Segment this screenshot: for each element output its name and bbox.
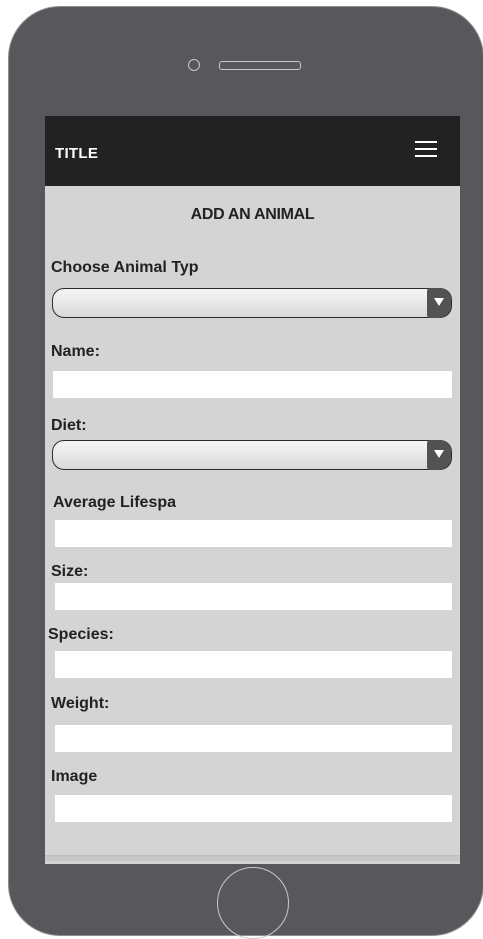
lifespan-label: Average Lifespa [53,494,177,511]
weight-input[interactable] [55,725,452,752]
hamburger-menu-icon[interactable] [415,141,437,159]
lifespan-input[interactable] [55,520,452,547]
camera-icon [188,59,200,71]
app-screen: TITLE ADD AN ANIMAL Choose Animal Typ Na… [45,116,460,864]
dropdown-arrow-icon [427,288,451,318]
name-label: Name: [51,343,100,360]
image-label: Image [51,768,98,785]
species-input[interactable] [55,651,452,678]
diet-select[interactable] [52,440,452,470]
screen-divider [45,855,460,861]
name-input[interactable] [53,371,452,398]
top-bar: TITLE [45,116,460,186]
dropdown-arrow-icon [427,440,451,470]
animal-type-label: Choose Animal Typ [51,259,199,276]
image-input[interactable] [55,795,452,822]
animal-type-select[interactable] [52,288,452,318]
species-label: Species: [48,626,114,643]
diet-label: Diet: [51,417,87,434]
home-button[interactable] [217,867,289,939]
weight-label: Weight: [51,695,110,712]
app-title: TITLE [55,145,99,162]
page-title: ADD AN ANIMAL [190,206,315,223]
speaker-grille [219,61,301,70]
size-input[interactable] [55,583,452,610]
size-label: Size: [51,563,89,580]
